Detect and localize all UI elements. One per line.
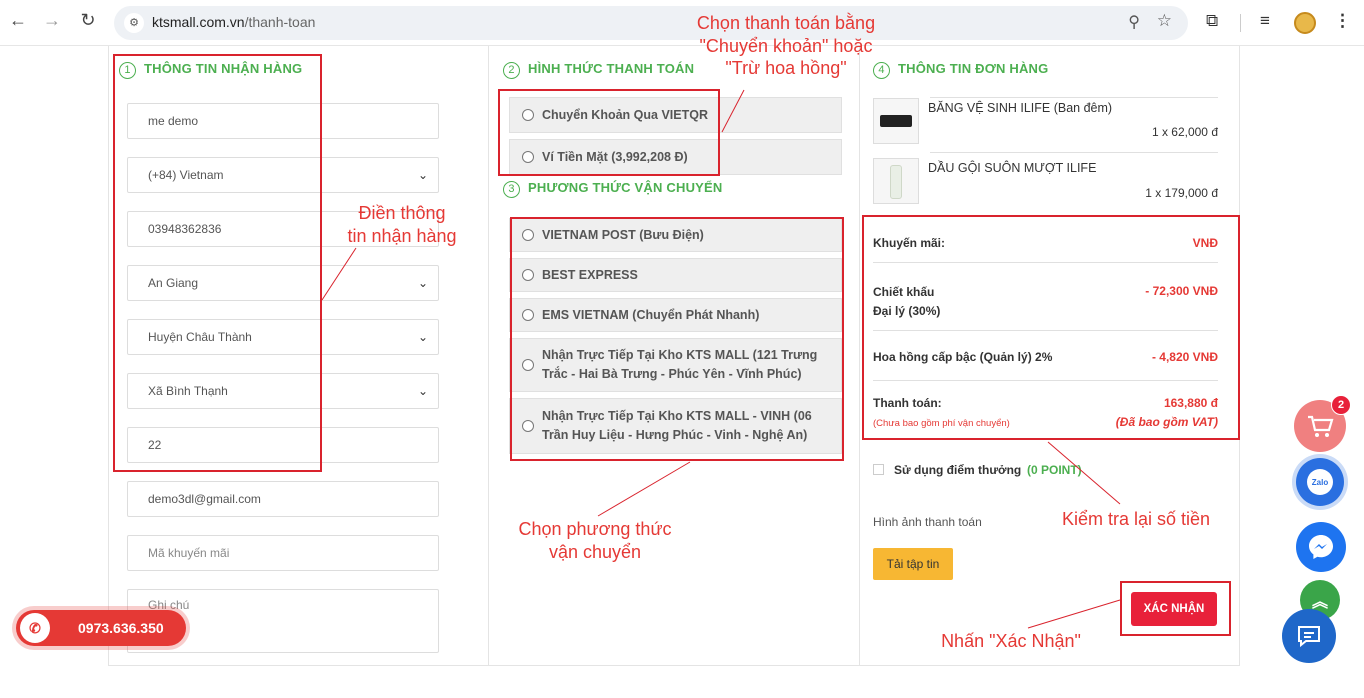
product-name: DẦU GỘI SUÔN MƯỢT ILIFE: [928, 161, 1097, 175]
check-total-pointer: [1047, 441, 1121, 505]
product-qty-price: 1 x 62,000 đ: [1151, 125, 1218, 139]
hotline-number: 0973.636.350: [78, 620, 164, 636]
address-bar[interactable]: ⚙ ktsmall.com.vn/thanh-toan ⚲ ☆: [114, 6, 1188, 40]
cart-icon: [1308, 415, 1334, 437]
url-domain: ktsmall.com.vn: [152, 14, 245, 30]
receiver-annotation-pointer: [321, 247, 357, 301]
hotline-button[interactable]: ✆ 0973.636.350: [16, 610, 186, 646]
media-control-icon[interactable]: ≡: [1260, 11, 1270, 31]
phone-icon: ✆: [20, 613, 50, 643]
url-path: /thanh-toan: [244, 14, 316, 30]
receiver-highlight-box: [113, 54, 322, 472]
messenger-button[interactable]: [1296, 522, 1346, 572]
shipping-highlight-box: [510, 217, 844, 461]
payment-image-label: Hình ảnh thanh toán: [873, 515, 982, 529]
shipping-annotation: Chọn phương thức vận chuyển: [505, 518, 685, 563]
double-chevron-up-icon: ︽: [1311, 594, 1328, 611]
payment-annotation-pointer: [721, 89, 745, 133]
column-divider: [859, 46, 860, 666]
cart-badge: 2: [1331, 395, 1351, 415]
reload-icon[interactable]: ↻: [76, 10, 100, 31]
bookmark-star-icon[interactable]: ☆: [1157, 11, 1172, 31]
chevron-down-icon: ⌄: [417, 330, 428, 344]
back-icon[interactable]: ←: [6, 10, 30, 31]
press-confirm-pointer: [1027, 599, 1121, 629]
chat-button[interactable]: [1282, 609, 1336, 663]
shipping-annotation-line2: vận chuyển: [548, 541, 642, 562]
payment-annotation-line2: "Chuyển khoản" hoặc: [699, 35, 873, 56]
divider: [930, 97, 1218, 98]
profile-avatar[interactable]: [1294, 12, 1316, 34]
toolbar-divider: [1240, 14, 1241, 32]
payment-annotation-line3: "Trừ hoa hồng": [725, 58, 847, 78]
chevron-down-icon: ⌄: [417, 276, 428, 290]
step-number: 3: [503, 181, 520, 198]
shipping-heading: 3 PHƯƠNG THỨC VẬN CHUYỂN: [503, 180, 723, 198]
payment-highlight-box: [498, 89, 720, 176]
shipping-annotation-line1: Chọn phương thức: [518, 519, 672, 539]
order-heading: 4 THÔNG TIN ĐƠN HÀNG: [873, 61, 1048, 79]
extensions-icon[interactable]: ⧉: [1206, 11, 1218, 31]
messenger-icon: [1309, 535, 1333, 559]
site-info-icon[interactable]: ⚙: [124, 13, 144, 33]
confirm-highlight-box: [1120, 581, 1231, 636]
product-thumbnail: [873, 158, 919, 204]
upload-file-button[interactable]: Tải tập tin: [873, 548, 953, 580]
product-thumbnail: [873, 98, 919, 144]
step-number: 4: [873, 62, 890, 79]
chevron-down-icon: ⌄: [417, 168, 428, 182]
divider: [930, 152, 1218, 153]
zalo-icon: Zalo: [1307, 469, 1333, 495]
shipping-heading-text: PHƯƠNG THỨC VẬN CHUYỂN: [528, 180, 723, 195]
payment-annotation-line1: Chọn thanh toán bằng: [696, 13, 876, 33]
product-qty-price: 1 x 179,000 đ: [1145, 186, 1218, 200]
product-name: BĂNG VỆ SINH ILIFE (Ban đêm): [928, 101, 1113, 115]
payment-annotation: Chọn thanh toán bằng "Chuyển khoản" hoặc "…: [666, 12, 906, 80]
chevron-down-icon: ⌄: [417, 384, 428, 398]
points-checkbox[interactable]: [873, 464, 884, 475]
points-label: Sử dụng điểm thưởng: [894, 463, 1022, 477]
menu-kebab-icon[interactable]: ⋮: [1334, 11, 1351, 31]
receiver-annotation-line1: Điền thông: [358, 203, 446, 223]
coupon-input[interactable]: Mã khuyến mãi: [127, 535, 439, 571]
forward-icon[interactable]: →: [40, 10, 64, 31]
page-bottom-border: [108, 665, 1240, 666]
shipping-annotation-pointer: [597, 461, 691, 517]
zalo-button[interactable]: Zalo: [1296, 458, 1344, 506]
press-confirm-annotation: Nhấn "Xác Nhận": [941, 631, 1081, 651]
receiver-annotation: Điền thông tin nhận hàng: [324, 202, 480, 247]
step-number: 2: [503, 62, 520, 79]
email-field[interactable]: demo3dl@gmail.com: [127, 481, 439, 517]
chat-bubble-icon: [1298, 626, 1320, 648]
zoom-icon[interactable]: ⚲: [1128, 12, 1140, 32]
order-heading-text: THÔNG TIN ĐƠN HÀNG: [898, 61, 1049, 76]
column-divider: [488, 46, 489, 666]
total-highlight-box: [862, 215, 1240, 440]
check-total-annotation: Kiểm tra lại số tiền: [1061, 509, 1211, 529]
